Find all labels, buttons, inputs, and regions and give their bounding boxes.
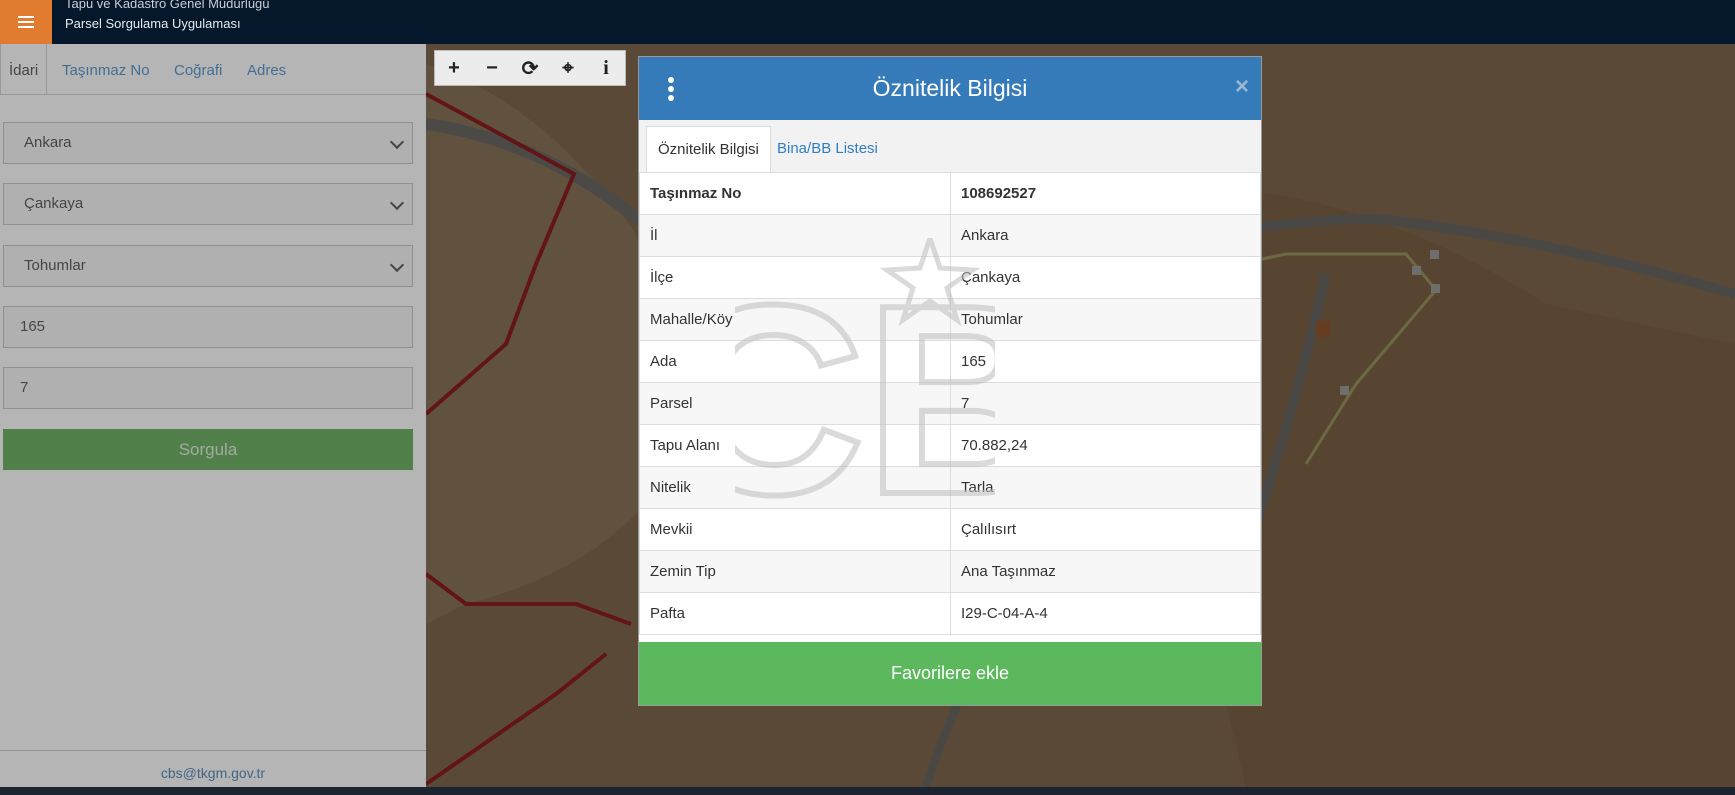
table-row: Tapu Alanı 70.882,24 bbox=[639, 424, 1261, 467]
attribute-label: Tapu Alanı bbox=[639, 424, 951, 467]
table-row: Nitelik Tarla bbox=[639, 466, 1261, 509]
attribute-label: Zemin Tip bbox=[639, 550, 951, 593]
table-row: Taşınmaz No 108692527 bbox=[639, 172, 1261, 215]
tab-building-list[interactable]: Bina/BB Listesi bbox=[766, 126, 889, 172]
table-row: Parsel 7 bbox=[639, 382, 1261, 425]
attribute-label: Mahalle/Köy bbox=[639, 298, 951, 341]
attribute-value: Ana Taşınmaz bbox=[950, 550, 1261, 593]
attribute-value: 70.882,24 bbox=[950, 424, 1261, 467]
attribute-value: Tohumlar bbox=[950, 298, 1261, 341]
app-title: Tapu ve Kadastro Genel Müdürlüğü Parsel … bbox=[65, 0, 270, 34]
attribute-table: Taşınmaz No 108692527 İl Ankara İlçe Çankaya M… bbox=[639, 172, 1261, 635]
attribute-label: Parsel bbox=[639, 382, 951, 425]
modal-backdrop-left bbox=[0, 44, 426, 787]
attribute-label: Pafta bbox=[639, 592, 951, 635]
zoom-out-button[interactable]: − bbox=[473, 51, 511, 85]
locate-icon[interactable]: ⌖ bbox=[549, 51, 587, 85]
attribute-label: Nitelik bbox=[639, 466, 951, 509]
table-row: Pafta I29-C-04-A-4 bbox=[639, 592, 1261, 635]
attribute-info-modal: Öznitelik Bilgisi × Öznitelik Bilgisi Bi… bbox=[638, 56, 1262, 706]
attribute-label: Ada bbox=[639, 340, 951, 383]
attribute-value: 108692527 bbox=[950, 172, 1261, 215]
refresh-icon[interactable]: ⟳ bbox=[511, 51, 549, 85]
zoom-in-button[interactable]: + bbox=[435, 51, 473, 85]
attribute-value: Çalılısırt bbox=[950, 508, 1261, 551]
org-name: Tapu ve Kadastro Genel Müdürlüğü bbox=[65, 0, 270, 11]
attribute-value: Çankaya bbox=[950, 256, 1261, 299]
table-row: İlçe Çankaya bbox=[639, 256, 1261, 299]
modal-tabs: Öznitelik Bilgisi Bina/BB Listesi bbox=[639, 120, 1261, 174]
modal-title: Öznitelik Bilgisi bbox=[872, 75, 1028, 101]
hamburger-icon bbox=[18, 16, 34, 28]
attribute-label: Taşınmaz No bbox=[639, 172, 951, 215]
modal-header: Öznitelik Bilgisi × bbox=[639, 57, 1261, 120]
attribute-value: Tarla bbox=[950, 466, 1261, 509]
table-row: Mahalle/Köy Tohumlar bbox=[639, 298, 1261, 341]
hamburger-menu-button[interactable] bbox=[0, 0, 52, 44]
table-row: İl Ankara bbox=[639, 214, 1261, 257]
map-toolbar: + − ⟳ ⌖ i bbox=[434, 50, 626, 86]
table-row: Mevkii Çalılısırt bbox=[639, 508, 1261, 551]
top-header: Tapu ve Kadastro Genel Müdürlüğü Parsel … bbox=[0, 0, 1735, 44]
tab-attribute-info[interactable]: Öznitelik Bilgisi bbox=[646, 126, 771, 174]
attribute-label: İlçe bbox=[639, 256, 951, 299]
attribute-value: 165 bbox=[950, 340, 1261, 383]
attribute-value: 7 bbox=[950, 382, 1261, 425]
attribute-label: Mevkii bbox=[639, 508, 951, 551]
table-row: Zemin Tip Ana Taşınmaz bbox=[639, 550, 1261, 593]
attribute-label: İl bbox=[639, 214, 951, 257]
attribute-value: Ankara bbox=[950, 214, 1261, 257]
table-row: Ada 165 bbox=[639, 340, 1261, 383]
add-to-favorites-button[interactable]: Favorilere ekle bbox=[639, 642, 1261, 705]
attribute-value: I29-C-04-A-4 bbox=[950, 592, 1261, 635]
info-icon[interactable]: i bbox=[587, 51, 625, 85]
app-name: Parsel Sorgulama Uygulaması bbox=[65, 16, 241, 31]
close-icon[interactable]: × bbox=[1235, 73, 1249, 101]
